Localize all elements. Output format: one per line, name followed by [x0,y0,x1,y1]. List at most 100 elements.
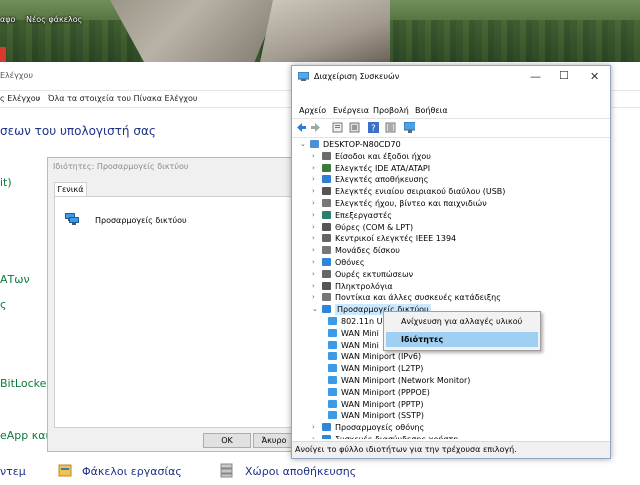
tab-panel: Προσαρμογείς δικτύου [54,196,294,428]
breadcrumb-current[interactable]: Όλα τα στοιχεία του Πίνακα Ελέγχου [48,94,198,103]
tree-item-label: WAN Miniport (PPTP) [341,399,424,409]
device-icon [322,423,331,432]
menu-action[interactable]: Ενέργεια [333,106,369,115]
back-icon[interactable] [296,122,307,133]
list-view-icon[interactable] [349,122,360,133]
expand-icon[interactable]: › [312,233,315,244]
collapse-icon[interactable]: ⌄ [300,139,306,150]
close-icon[interactable]: ✕ [590,70,599,83]
control-panel-item[interactable]: ντεμ [0,465,26,478]
tree-item-label: WAN Miniport (IPv6) [341,352,422,362]
dialog-title: Ιδιότητες: Προσαρμογείς δικτύου [53,162,189,171]
expand-icon[interactable]: › [312,281,315,292]
tree-item-label: WAN Miniport (PPPOE) [341,387,430,397]
menu-bar: Αρχείο Ενέργεια Προβολή Βοήθεια [292,90,610,115]
tree-item-label: Ουρές εκτυπώσεων [335,269,414,279]
status-bar: Ανοίγει το φύλλο ιδιοτήτων για την τρέχο… [292,441,610,458]
context-menu-properties[interactable]: Ιδιότητες [386,332,538,347]
minimize-icon[interactable]: — [530,70,541,83]
desktop-icon-label[interactable]: αφο [0,15,15,24]
context-menu-scan-hardware[interactable]: Ανίχνευση για αλλαγές υλικού [386,314,538,329]
expand-icon[interactable]: › [312,245,315,256]
tree-item-label: Πληκτρολόγια [335,281,393,291]
tree-item-label: Προσαρμογείς οθόνης [335,423,425,433]
tree-item-label: Μονάδες δίσκου [335,246,400,256]
tree-item-label: Ελεγκτές ήχου, βίντεο και παιχνιδιών [335,199,487,208]
expand-icon[interactable]: › [312,151,315,162]
scan-hardware-icon[interactable] [404,122,415,133]
forward-icon[interactable] [310,122,321,133]
device-icon [322,293,331,302]
tree-item-label: WAN Mini [341,328,379,338]
device-icon [322,187,331,196]
breadcrumb-item[interactable]: ς Ελέγχου [0,94,40,103]
expand-icon[interactable]: › [312,434,315,439]
device-icon [322,258,331,266]
device-icon [328,340,337,349]
expand-icon[interactable]: › [312,257,315,268]
context-menu: Ανίχνευση για αλλαγές υλικού Ιδιότητες [383,311,541,351]
driver-icon[interactable] [385,122,396,133]
control-panel-link[interactable]: ς [0,298,6,311]
device-icon [328,328,337,337]
menu-help[interactable]: Βοήθεια [415,106,448,115]
device-icon [322,435,331,439]
device-manager-icon [298,72,309,81]
window-title: Ελέγχου [0,71,33,80]
tree-item-label: Ελεγκτές αποθήκευσης [335,175,429,185]
device-icon [310,140,319,148]
tree-item-label: 802.11n U [341,317,383,326]
device-icon [322,234,331,243]
device-icon [328,352,337,361]
control-panel-link[interactable]: it) [0,176,12,189]
control-panel-link[interactable]: eApp και [0,429,49,442]
breadcrumb-separator-icon[interactable]: › [37,94,40,103]
properties-view-icon[interactable] [332,122,343,133]
control-panel-item-work-folders[interactable]: Φάκελοι εργασίας [82,465,182,478]
toolbar: ? [292,118,610,138]
device-icon [328,317,337,325]
expand-icon[interactable]: › [312,198,315,209]
control-panel-item-storage-spaces[interactable]: Χώροι αποθήκευσης [245,465,356,478]
tree-item-label: Οθόνες [335,258,365,267]
expand-icon[interactable]: › [312,163,315,174]
device-icon [322,210,331,219]
control-panel-link[interactable]: BitLocker [0,377,51,390]
expand-icon[interactable]: › [312,186,315,197]
device-icon [322,151,331,160]
tree-item-label: Ποντίκια και άλλες συσκευές κατάδειξης [335,293,501,303]
tree-item-label: Θύρες (COM & LPT) [335,222,414,232]
cancel-button[interactable]: Άκυρο [253,433,295,448]
storage-spaces-icon [220,463,233,478]
menu-view[interactable]: Προβολή [373,106,409,115]
title-bar[interactable]: Διαχείριση Συσκευών — ☐ ✕ [292,66,610,90]
desktop-app-tile[interactable] [0,47,6,62]
work-folders-icon [58,464,72,477]
device-icon [322,305,331,314]
context-menu-label: Ιδιότητες [401,335,444,344]
ok-button[interactable]: ΟΚ [203,433,251,448]
control-panel-link[interactable]: ΑΤων [0,273,30,286]
tree-item-label: Ελεγκτές ενιαίου σειριακού διαύλου (USB) [335,187,506,197]
expand-icon[interactable]: › [312,210,315,221]
tab-general[interactable]: Γενικά [54,182,87,197]
device-icon [322,269,331,278]
help-icon[interactable]: ? [368,122,379,133]
tree-item-label: Κεντρικοί ελεγκτές IEEE 1394 [335,234,457,244]
expand-icon[interactable]: › [312,222,315,233]
device-icon [328,387,337,396]
expand-icon[interactable]: › [312,292,315,303]
desktop-background: αφο Νέος φάκελος [0,0,640,62]
expand-icon[interactable]: › [312,269,315,280]
expand-icon[interactable]: › [312,174,315,185]
maximize-icon[interactable]: ☐ [559,69,569,82]
collapse-icon[interactable]: ⌄ [312,304,318,315]
expand-icon[interactable]: › [312,422,315,433]
device-icon [322,163,331,172]
properties-dialog: Ιδιότητες: Προσαρμογείς δικτύου Γενικά Π… [47,157,296,452]
menu-file[interactable]: Αρχείο [299,106,326,115]
desktop-icon-new-folder[interactable]: Νέος φάκελος [26,15,82,24]
tree-item-label: Είσοδοι και έξοδοι ήχου [335,151,431,161]
tree-item-label: WAN Miniport (L2TP) [341,364,424,374]
device-icon [322,175,331,184]
